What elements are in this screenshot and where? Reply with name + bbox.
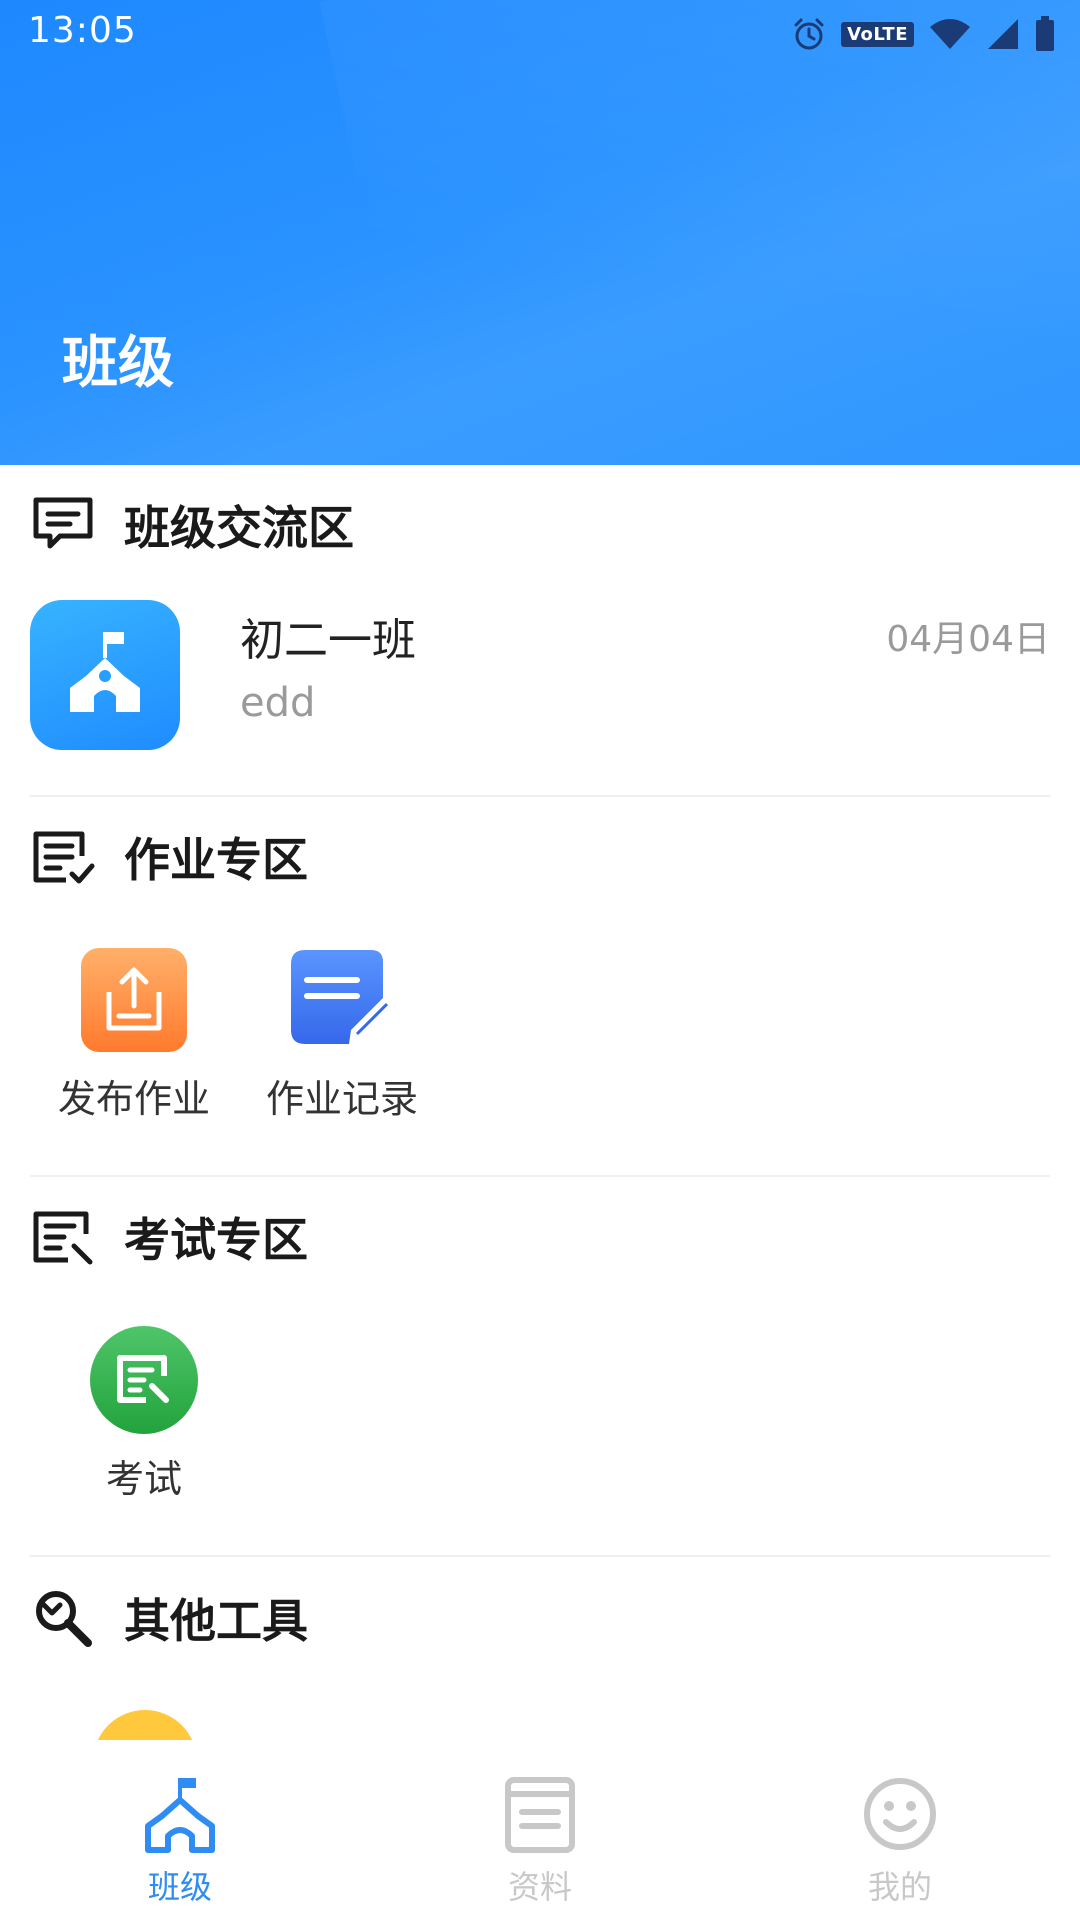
other-tools-section-header: 其他工具: [30, 1583, 308, 1653]
homework-section-header: 作业专区: [30, 822, 308, 892]
chat-bubble-icon: [30, 492, 96, 558]
exam-label: 考试: [105, 1457, 182, 1501]
publish-homework-label: 发布作业: [57, 1077, 210, 1121]
homework-record-button[interactable]: 作业记录: [252, 948, 432, 1123]
tab-class-label: 班级: [147, 1868, 212, 1906]
volte-icon: VoLTE: [841, 21, 914, 47]
note-edit-icon: [291, 950, 395, 1044]
upload-icon: [81, 948, 187, 1052]
tab-mine-label: 我的: [867, 1868, 932, 1906]
tab-mine[interactable]: 我的: [800, 1774, 1000, 1908]
bottom-tab-bar: 班级 资料 我的: [0, 1740, 1080, 1920]
divider: [30, 1175, 1050, 1177]
wrench-search-icon: [30, 1585, 96, 1651]
publish-homework-button[interactable]: 发布作业: [44, 948, 224, 1123]
homework-list-icon: [30, 824, 96, 890]
class-name: 初二一班: [240, 615, 416, 666]
smiley-icon: [864, 1778, 936, 1850]
homework-record-label: 作业记录: [265, 1077, 418, 1121]
exam-section-header: 考试专区: [30, 1202, 308, 1272]
chat-section-header: 班级交流区: [30, 490, 354, 560]
school-icon: [70, 632, 140, 712]
school-icon: [145, 1778, 215, 1853]
message-date: 04月04日: [886, 619, 1050, 660]
chat-list-item[interactable]: 初二一班 edd 04月04日: [30, 600, 1050, 750]
book-icon: [505, 1777, 575, 1853]
battery-icon: [1034, 16, 1056, 52]
exam-section-title: 考试专区: [124, 1213, 308, 1267]
homework-section-title: 作业专区: [124, 833, 308, 887]
class-avatar: [30, 600, 180, 750]
status-icons: VoLTE: [791, 14, 1056, 54]
alarm-icon: [791, 16, 827, 52]
app-header: 13:05 VoLTE 班级: [0, 0, 1080, 465]
exam-button[interactable]: 考试: [54, 1326, 234, 1503]
wifi-icon: [928, 17, 972, 51]
status-time: 13:05: [28, 10, 137, 51]
page-title: 班级: [62, 331, 174, 396]
exam-search-icon: [90, 1326, 198, 1434]
exam-icon: [30, 1204, 96, 1270]
chat-section-title: 班级交流区: [124, 501, 354, 555]
signal-icon: [986, 17, 1020, 51]
other-tools-section-title: 其他工具: [124, 1594, 308, 1648]
divider: [30, 795, 1050, 797]
last-message: edd: [240, 680, 316, 726]
tab-class[interactable]: 班级: [80, 1774, 280, 1908]
divider: [30, 1555, 1050, 1557]
status-bar: 13:05 VoLTE: [0, 0, 1080, 64]
tab-materials-label: 资料: [507, 1868, 572, 1906]
header-sheen: [319, 0, 1080, 465]
page: 13:05 VoLTE 班级 班级交流区 初二一班 edd 04月04日 作业专…: [0, 0, 1080, 1920]
tab-materials[interactable]: 资料: [440, 1774, 640, 1908]
